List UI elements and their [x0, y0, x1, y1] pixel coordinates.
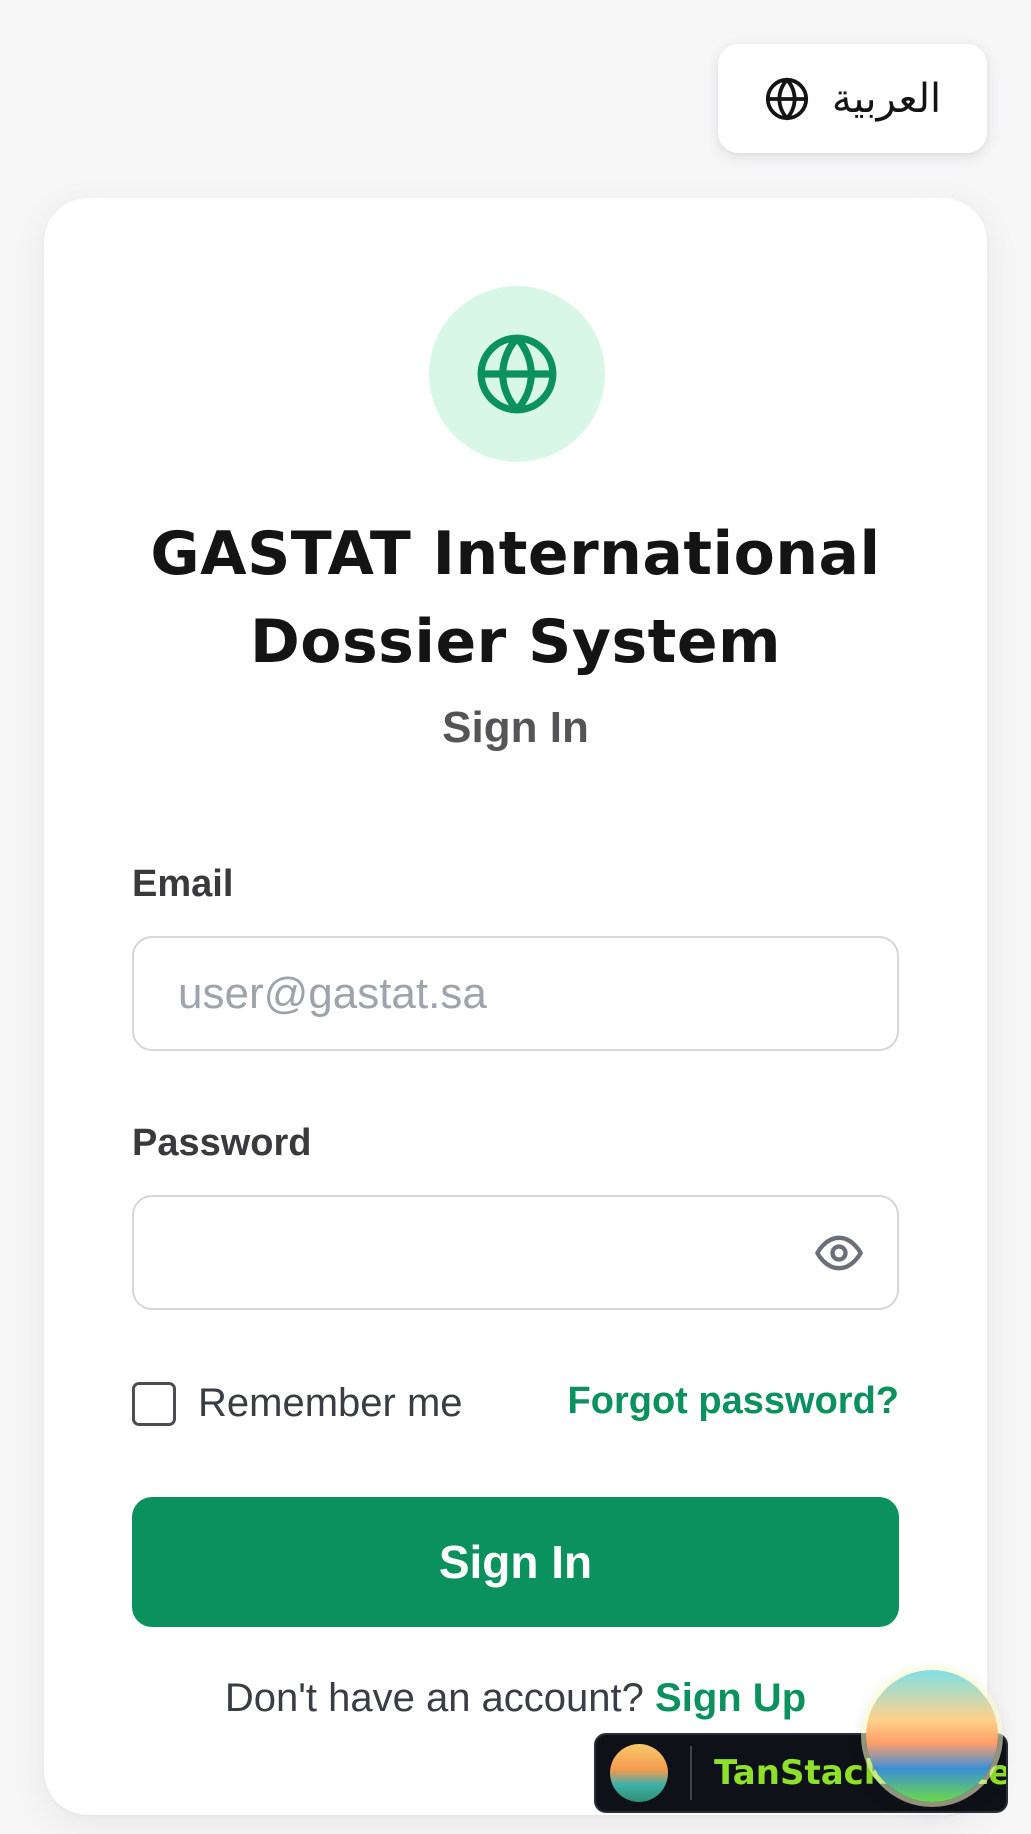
- sign-in-card: GASTAT International Dossier System Sign…: [44, 198, 987, 1815]
- password-field[interactable]: [134, 1197, 897, 1308]
- show-password-toggle[interactable]: [811, 1225, 867, 1281]
- devtools-divider: [690, 1746, 692, 1800]
- language-toggle-button[interactable]: العربية: [718, 44, 987, 153]
- globe-icon: [477, 334, 557, 414]
- globe-icon: [764, 76, 810, 122]
- remember-me-row: Remember me: [132, 1381, 463, 1426]
- email-field[interactable]: [134, 938, 897, 1049]
- signup-prompt: Don't have an account? Sign Up: [104, 1676, 927, 1721]
- app-logo: [429, 286, 605, 462]
- password-label: Password: [132, 1122, 312, 1164]
- remember-me-label[interactable]: Remember me: [198, 1381, 463, 1426]
- devtools-toggle-orb[interactable]: [866, 1670, 998, 1802]
- language-toggle-label: العربية: [831, 75, 942, 122]
- email-label: Email: [132, 863, 234, 905]
- remember-me-checkbox[interactable]: [132, 1381, 176, 1426]
- page-subtitle: Sign In: [442, 703, 589, 752]
- email-field-wrapper: [132, 936, 899, 1051]
- forgot-password-link[interactable]: Forgot password?: [568, 1380, 899, 1423]
- tanstack-logo-icon: [610, 1744, 668, 1802]
- sign-up-link[interactable]: Sign Up: [655, 1676, 806, 1720]
- eye-icon: [815, 1235, 863, 1270]
- password-field-wrapper: [132, 1195, 899, 1310]
- signup-prompt-text: Don't have an account?: [224, 1676, 644, 1720]
- page-title: GASTAT International Dossier System: [150, 519, 881, 677]
- sign-in-button[interactable]: Sign In: [132, 1497, 899, 1627]
